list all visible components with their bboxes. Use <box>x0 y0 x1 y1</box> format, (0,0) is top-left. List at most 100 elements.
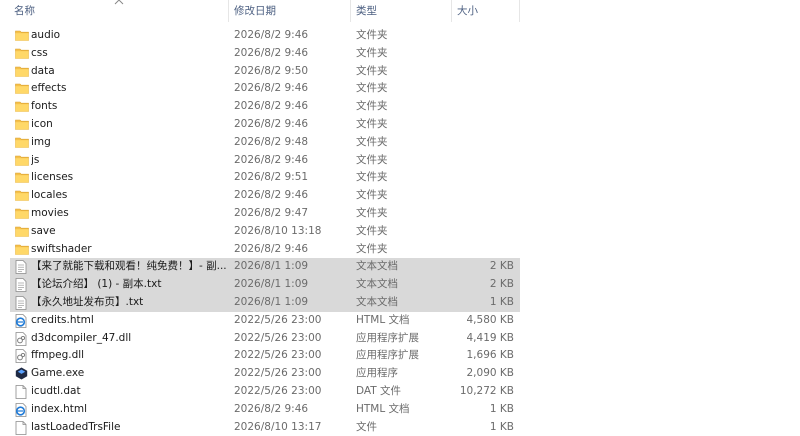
column-header-type[interactable]: 类型 <box>350 0 451 22</box>
file-type: 文件 <box>356 420 377 433</box>
file-type: 应用程序 <box>356 367 398 380</box>
column-header-date[interactable]: 修改日期 <box>228 0 350 22</box>
file-type: 文件夹 <box>356 100 388 113</box>
file-type: DAT 文件 <box>356 385 402 397</box>
file-modified-date: 2026/8/2 9:46 <box>234 242 309 255</box>
file-size: 1 KB <box>489 402 514 415</box>
file-modified-date: 2022/5/26 23:00 <box>234 313 322 326</box>
file-name: js <box>31 153 40 166</box>
dll-file-icon <box>15 330 29 348</box>
file-row[interactable]: lastLoadedTrsFile 2026/8/10 13:17 文件 1 KB <box>10 419 520 436</box>
file-row[interactable]: Game.exe 2022/5/26 23:00 应用程序 2,090 KB <box>10 365 520 383</box>
file-type: 文件夹 <box>356 189 388 202</box>
text-file-icon <box>15 276 29 294</box>
file-type: 文件夹 <box>356 29 388 41</box>
folder-icon <box>15 45 29 63</box>
folder-row[interactable]: licenses 2026/8/2 9:51 文件夹 <box>10 169 520 187</box>
column-divider[interactable] <box>519 0 520 22</box>
file-type: 应用程序扩展 <box>356 331 419 344</box>
folder-row[interactable]: audio 2026/8/2 9:46 文件夹 <box>10 27 520 45</box>
file-row[interactable]: d3dcompiler_47.dll 2022/5/26 23:00 应用程序扩展 4… <box>10 330 520 348</box>
folder-row[interactable]: movies 2026/8/2 9:47 文件夹 <box>10 205 520 223</box>
folder-row[interactable]: img 2026/8/2 9:48 文件夹 <box>10 134 520 152</box>
file-size <box>448 45 514 63</box>
file-modified-date: 2026/8/10 13:17 <box>234 420 322 433</box>
file-row[interactable]: 【论坛介绍】 (1) - 副本.txt 2026/8/1 1:09 文本文档 2 KB <box>10 276 520 294</box>
file-name: locales <box>31 189 68 202</box>
file-type: 文本文档 <box>356 278 398 291</box>
folder-row[interactable]: effects 2026/8/2 9:46 文件夹 <box>10 80 520 98</box>
file-size <box>448 223 514 241</box>
folder-icon <box>15 27 29 45</box>
file-name: ffmpeg.dll <box>31 349 85 362</box>
folder-row[interactable]: css 2026/8/2 9:46 文件夹 <box>10 45 520 63</box>
file-name: 【来了就能下载和观看！纯免费！】- 副... <box>31 260 227 273</box>
file-name: d3dcompiler_47.dll <box>31 331 132 344</box>
file-type: 文本文档 <box>356 260 398 273</box>
folder-icon <box>15 187 29 205</box>
file-size <box>448 80 514 98</box>
file-name: img <box>31 135 51 148</box>
folder-row[interactable]: js 2026/8/2 9:46 文件夹 <box>10 152 520 170</box>
blank-file-icon <box>15 419 29 436</box>
folder-row[interactable]: fonts 2026/8/2 9:46 文件夹 <box>10 98 520 116</box>
file-name: 【论坛介绍】 (1) - 副本.txt <box>31 278 162 291</box>
file-type: 文件夹 <box>356 207 388 219</box>
file-modified-date: 2026/8/2 9:46 <box>234 82 309 95</box>
file-type: 应用程序扩展 <box>356 349 419 362</box>
folder-row[interactable]: data 2026/8/2 9:50 文件夹 <box>10 63 520 81</box>
folder-row[interactable]: icon 2026/8/2 9:46 文件夹 <box>10 116 520 134</box>
file-size <box>448 98 514 116</box>
file-type: 文件夹 <box>356 135 388 148</box>
file-name: index.html <box>31 402 87 415</box>
folder-row[interactable]: locales 2026/8/2 9:46 文件夹 <box>10 187 520 205</box>
file-size <box>448 169 514 187</box>
file-modified-date: 2026/8/2 9:50 <box>234 64 309 77</box>
folder-row[interactable]: swiftshader 2026/8/2 9:46 文件夹 <box>10 241 520 259</box>
file-row[interactable]: icudtl.dat 2022/5/26 23:00 DAT 文件 10,272 KB <box>10 383 520 401</box>
file-size <box>448 187 514 205</box>
file-name: effects <box>31 82 67 95</box>
folder-row[interactable]: save 2026/8/10 13:18 文件夹 <box>10 223 520 241</box>
column-header-size[interactable]: 大小 <box>451 0 519 22</box>
file-row[interactable]: index.html 2026/8/2 9:46 HTML 文档 1 KB <box>10 401 520 419</box>
file-type: 文本文档 <box>356 296 398 308</box>
file-size: 2,090 KB <box>466 367 515 380</box>
file-name: css <box>31 46 48 59</box>
file-type: 文件夹 <box>356 64 388 77</box>
file-row[interactable]: ffmpeg.dll 2022/5/26 23:00 应用程序扩展 1,696 KB <box>10 347 520 365</box>
file-modified-date: 2026/8/10 13:18 <box>234 224 322 237</box>
folder-icon <box>15 98 29 116</box>
file-type: 文件夹 <box>356 224 388 237</box>
file-row[interactable]: 【来了就能下载和观看！纯免费！】- 副... 2026/8/1 1:09 文本文档 2… <box>10 258 520 277</box>
folder-icon <box>15 63 29 81</box>
file-modified-date: 2026/8/1 1:09 <box>234 278 309 291</box>
file-modified-date: 2026/8/2 9:46 <box>234 189 309 202</box>
file-row[interactable]: credits.html 2022/5/26 23:00 HTML 文档 4,580 … <box>10 312 520 330</box>
file-row[interactable]: 【永久地址发布页】.txt 2026/8/1 1:09 文本文档 1 KB <box>10 294 520 312</box>
file-name: swiftshader <box>31 242 92 255</box>
file-type: 文件夹 <box>356 118 388 130</box>
file-name: 【永久地址发布页】.txt <box>31 296 144 308</box>
file-size <box>448 63 514 81</box>
file-size <box>448 152 514 170</box>
file-size: 4,580 KB <box>466 313 515 326</box>
file-modified-date: 2026/8/2 9:48 <box>234 135 309 148</box>
file-modified-date: 2022/5/26 23:00 <box>234 349 322 362</box>
column-header-bar: 名称 修改日期 类型 大小 <box>0 0 800 22</box>
column-header-name[interactable]: 名称 <box>8 0 228 22</box>
html-file-icon <box>15 312 29 330</box>
file-name: lastLoadedTrsFile <box>31 420 121 433</box>
folder-icon <box>15 205 29 223</box>
file-size <box>448 27 514 45</box>
folder-icon <box>15 134 29 152</box>
file-name: audio <box>31 29 61 41</box>
file-name: Game.exe <box>31 367 85 380</box>
folder-icon <box>15 169 29 187</box>
dll-file-icon <box>15 347 29 365</box>
file-size <box>448 205 514 223</box>
file-size: 1 KB <box>489 420 514 433</box>
file-modified-date: 2026/8/2 9:51 <box>234 171 309 184</box>
file-name: icudtl.dat <box>31 385 81 397</box>
file-size: 10,272 KB <box>459 385 514 397</box>
